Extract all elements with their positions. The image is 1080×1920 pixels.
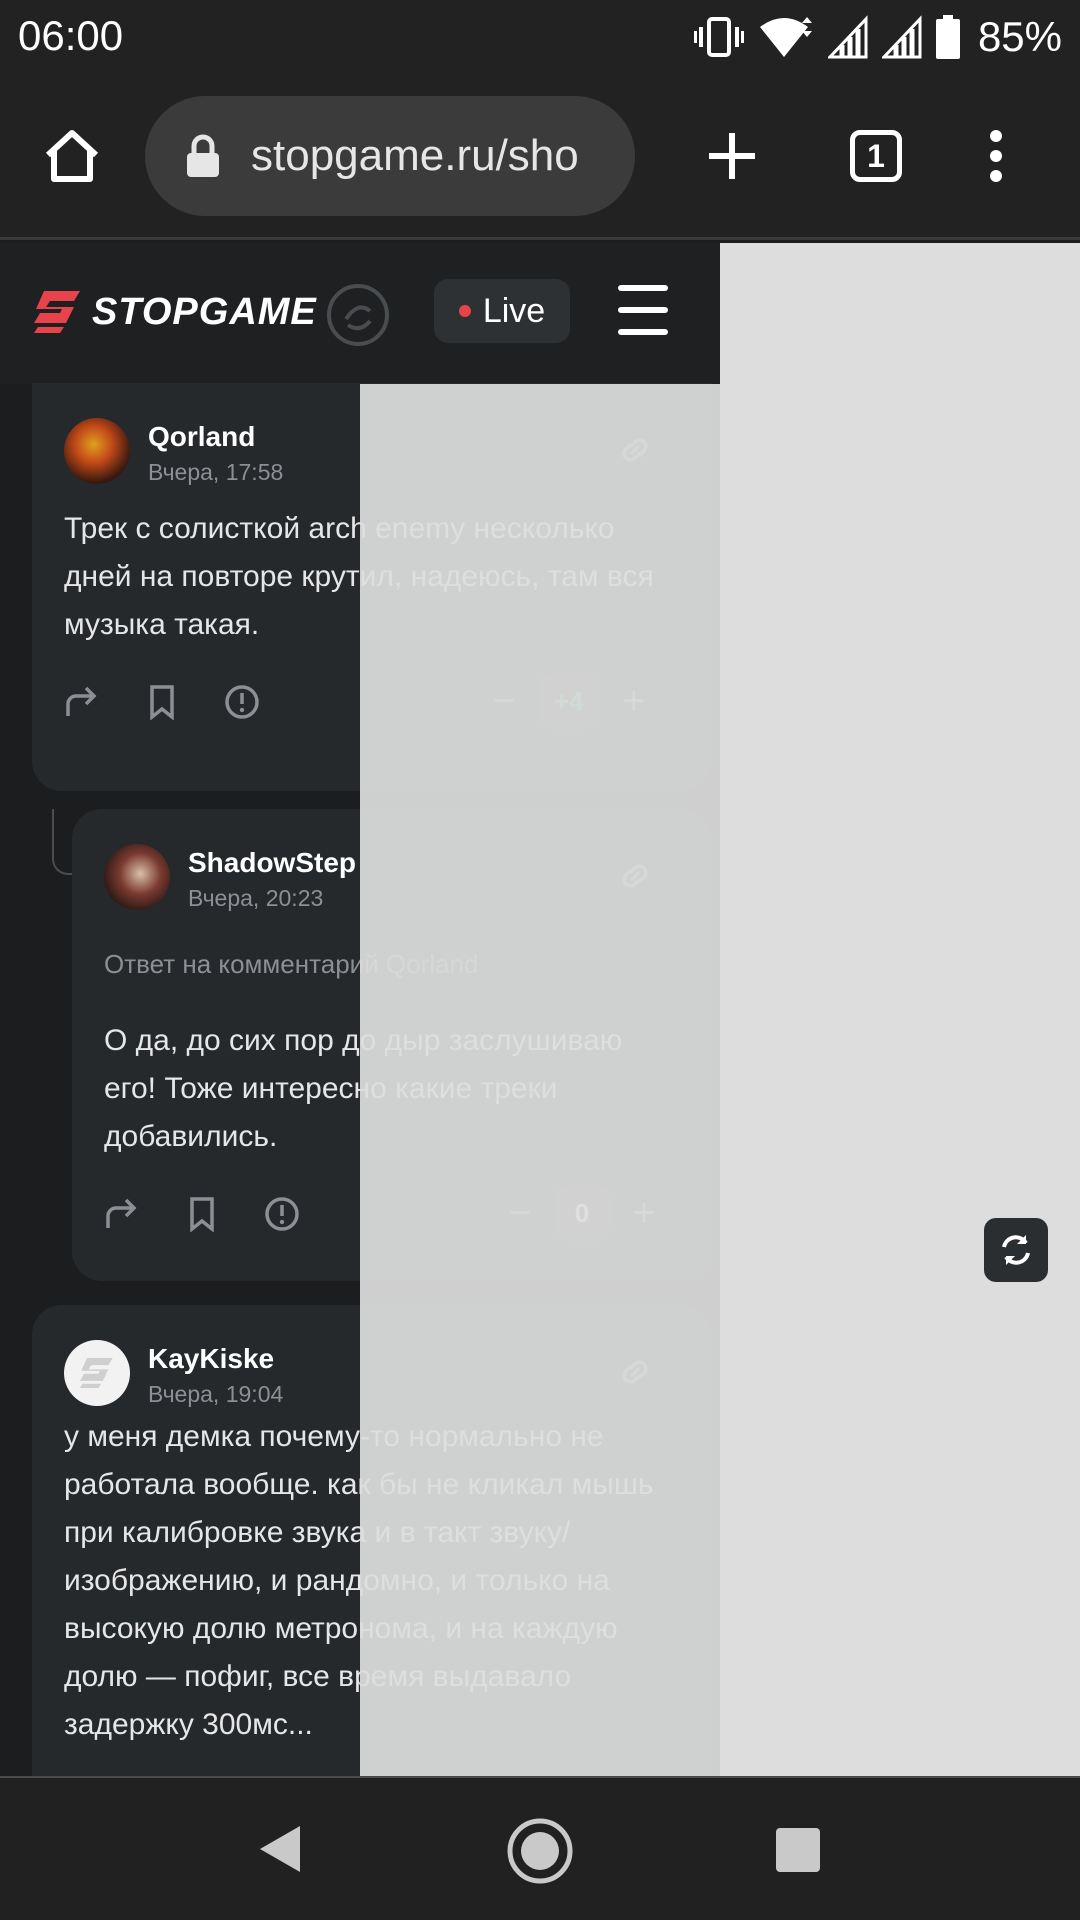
more-vert-icon (990, 130, 1002, 182)
live-button[interactable]: Live (434, 279, 570, 343)
battery-percent: 85% (977, 13, 1062, 60)
live-label: Live (482, 291, 546, 330)
refresh-comments-button[interactable] (984, 1218, 1048, 1282)
home-button[interactable] (30, 114, 114, 198)
avatar[interactable] (64, 418, 130, 484)
url-bar[interactable]: stopgame.ru/sho (145, 96, 635, 216)
stopgame-logo-icon (34, 291, 80, 333)
browser-menu-button[interactable] (966, 114, 1026, 198)
avatar[interactable] (104, 844, 170, 910)
stopgame-logo[interactable]: STOPGAME (30, 287, 317, 337)
vibrate-icon (693, 17, 744, 57)
page-overlay-lower (360, 384, 720, 1776)
comment-author[interactable]: KayKiske (148, 1343, 274, 1375)
plus-icon (709, 133, 755, 179)
url-text: stopgame.ru/sho (251, 131, 579, 180)
signal-icon (827, 15, 868, 59)
report-icon[interactable] (264, 1196, 300, 1232)
reply-icon[interactable] (104, 1196, 140, 1232)
report-icon[interactable] (224, 684, 260, 720)
comment-time: Вчера, 19:04 (148, 1381, 284, 1407)
bookmark-icon[interactable] (144, 684, 180, 720)
status-time: 06:00 (18, 12, 124, 59)
back-icon[interactable] (256, 1822, 304, 1876)
home-nav-icon[interactable] (505, 1816, 575, 1886)
hamburger-menu-button[interactable] (618, 285, 672, 337)
comment-author[interactable]: Qorland (148, 421, 255, 453)
browser-toolbar: stopgame.ru/sho 1 (0, 74, 1080, 240)
status-bar: 06:00 85% (0, 0, 1080, 74)
tab-count: 1 (850, 130, 902, 182)
avatar[interactable] (64, 1340, 130, 1406)
comment-time: Вчера, 17:58 (148, 459, 284, 485)
recents-icon[interactable] (776, 1828, 820, 1872)
battery-icon (935, 15, 960, 59)
navigation-bar (0, 1776, 1080, 1920)
web-page: STOPGAME Live Qorland Вчера, 17:58 Трек … (0, 243, 1080, 1776)
home-icon (45, 130, 99, 182)
comment-author[interactable]: ShadowStep (188, 847, 356, 879)
partner-logo-icon[interactable] (326, 283, 390, 347)
tab-switcher-button[interactable]: 1 (834, 114, 918, 198)
live-dot (458, 305, 471, 317)
site-header: STOPGAME Live (0, 243, 720, 384)
new-tab-button[interactable] (690, 114, 774, 198)
status-icons: 85% (693, 10, 1062, 64)
bookmark-icon[interactable] (184, 1196, 220, 1232)
comment-time: Вчера, 20:23 (188, 885, 324, 911)
signal-icon-2 (881, 15, 922, 59)
comment-actions (104, 1196, 300, 1232)
stopgame-avatar-icon (79, 1358, 113, 1388)
lock-icon (187, 134, 219, 177)
wifi-icon (759, 17, 812, 57)
page-overlay (720, 243, 1080, 1776)
refresh-icon (1002, 1235, 1030, 1265)
reply-icon[interactable] (64, 684, 100, 720)
comment-actions (64, 684, 260, 720)
logo-text: STOPGAME (92, 290, 317, 333)
